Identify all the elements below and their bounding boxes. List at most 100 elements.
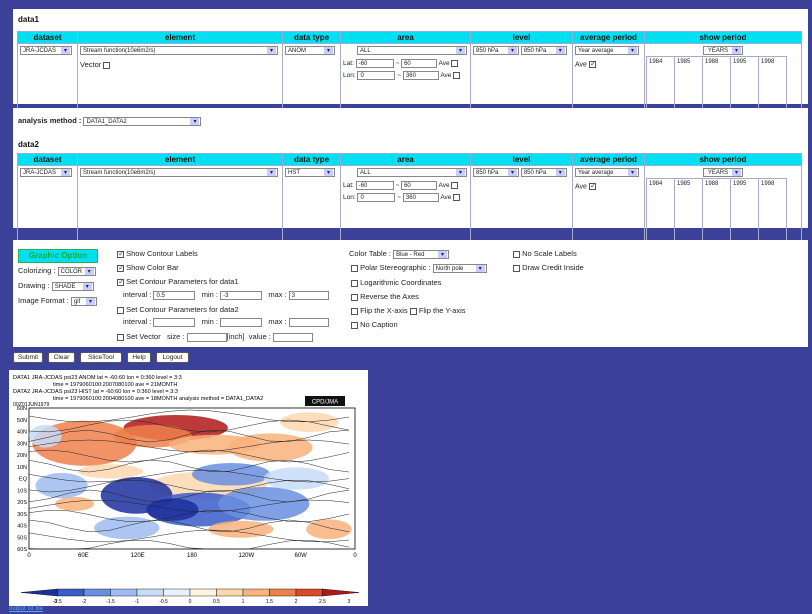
year-cell[interactable]: 1995 [730, 178, 759, 243]
drawing-label: Drawing : [18, 281, 50, 290]
show-contour-labels-checkbox[interactable] [117, 249, 125, 258]
year-cell[interactable]: 1988 [702, 178, 731, 243]
lat-ave-label: Ave [438, 60, 450, 68]
lat-tick-label: 60N [17, 406, 27, 412]
no-caption-checkbox[interactable] [351, 321, 358, 329]
vector-value-input[interactable] [272, 332, 313, 342]
lat-tick-label: 20N [17, 453, 27, 459]
interval2-input[interactable] [153, 317, 196, 327]
color-table-select[interactable]: Blue - Red [393, 249, 450, 259]
lat-label: Lat: [343, 182, 354, 190]
lat-tick-label: 30N [17, 441, 27, 447]
logout-button[interactable]: Logout [156, 352, 189, 363]
colorbar-swatch [242, 588, 270, 597]
colorbar-label: -1.5 [106, 599, 115, 605]
set-contour-data2-label: Set Contour Parameters for data2 [126, 305, 239, 314]
level-from-select[interactable]: 850 hPa [473, 168, 519, 177]
set-contour-data1-checkbox[interactable] [117, 277, 125, 286]
reverse-label: Reverse the Axes [360, 292, 419, 301]
min2-input[interactable] [220, 317, 263, 327]
area-select[interactable]: ALL [357, 46, 467, 55]
data-type-select[interactable]: ANOM [285, 46, 335, 55]
max1-input[interactable]: 3 [288, 290, 329, 300]
lon-to-input[interactable]: 360 [402, 193, 439, 202]
help-button[interactable]: Help [127, 352, 151, 363]
lon-ave-checkbox[interactable] [453, 194, 461, 201]
year-cell[interactable]: 1985 [674, 178, 703, 243]
clear-button[interactable]: Clear [48, 352, 75, 363]
dataset-select[interactable]: JRA-JCDAS [20, 46, 72, 55]
polar-select[interactable]: North pole [432, 263, 487, 273]
slicetool-button[interactable]: SliceTool [80, 352, 122, 363]
interval1-input[interactable]: 0.5 [153, 290, 196, 300]
log-checkbox[interactable] [351, 279, 358, 287]
colorizing-select[interactable]: COLOR [57, 266, 96, 276]
level-from-select[interactable]: 850 hPa [473, 46, 519, 55]
no-scale-checkbox[interactable] [513, 250, 520, 258]
analysis-method-select[interactable]: DATA1_DATA2 [83, 116, 202, 126]
draw-credit-checkbox[interactable] [513, 264, 520, 272]
col-element: element [77, 153, 283, 166]
inch-label: [inch] [226, 332, 245, 341]
lat-ave-checkbox[interactable] [451, 182, 459, 189]
shade-region [263, 467, 329, 490]
set-vector-checkbox[interactable] [117, 333, 124, 341]
set-contour-data2-checkbox[interactable] [117, 306, 124, 314]
output-txt-link[interactable]: output txt file [9, 606, 43, 612]
period-unit-select[interactable]: YEARS [703, 46, 743, 55]
color-table-label: Color Table : [349, 249, 391, 258]
lat-ave-checkbox[interactable] [451, 60, 459, 67]
lat-from-input[interactable]: -60 [355, 181, 394, 190]
ave-checkbox[interactable] [588, 59, 597, 68]
lon-to-input[interactable]: 360 [402, 71, 439, 80]
max2-input[interactable] [288, 317, 329, 327]
shade-region [94, 516, 160, 540]
flip-y-checkbox[interactable] [409, 307, 417, 315]
colorbar-swatch [322, 588, 360, 597]
col-average-period: average period [572, 153, 645, 166]
data1-panel: data1 dataset element data type area lev… [13, 9, 808, 199]
lat-to-input[interactable]: 60 [401, 59, 438, 68]
colorbar-swatch [57, 588, 85, 597]
lon-ave-checkbox[interactable] [453, 72, 461, 79]
credit-label: CPD/JMA [312, 400, 338, 406]
drawing-select[interactable]: SHADE [51, 281, 94, 291]
level-to-select[interactable]: 850 hPa [520, 168, 567, 177]
ave-checkbox[interactable] [588, 181, 597, 190]
element-select[interactable]: Stream function(10e6m2/s) [80, 168, 278, 177]
period-unit-select[interactable]: YEARS [703, 168, 743, 177]
lat-to-input[interactable]: 60 [401, 181, 438, 190]
data-type-select[interactable]: HST [285, 168, 335, 177]
area-select[interactable]: ALL [357, 168, 467, 177]
colorbar-swatch [110, 588, 138, 597]
show-color-bar-checkbox[interactable] [117, 263, 125, 272]
lon-from-input[interactable]: 0 [357, 193, 396, 202]
element-select[interactable]: Stream function(10e6m2/s) [80, 46, 278, 55]
polar-checkbox[interactable] [351, 264, 358, 272]
year-cell[interactable]: 1998 [758, 178, 787, 243]
lat-ave-label: Ave [438, 182, 450, 190]
lon-from-input[interactable]: 0 [357, 71, 396, 80]
show-contour-labels-label: Show Contour Labels [126, 249, 198, 258]
vector-checkbox[interactable] [103, 61, 111, 69]
vector-size-input[interactable] [186, 332, 227, 342]
data2-title: data2 [18, 140, 39, 149]
shade-region [218, 486, 310, 521]
colorbar-label: 2.5 [319, 599, 326, 605]
lat-from-input[interactable]: -60 [355, 59, 394, 68]
min1-input[interactable]: -3 [220, 290, 263, 300]
flip-x-checkbox[interactable] [351, 307, 358, 315]
image-format-select[interactable]: gif [70, 296, 97, 306]
year-cell[interactable]: 1984 [646, 178, 675, 243]
average-period-select[interactable]: Year average [575, 168, 639, 177]
col-area: area [340, 31, 471, 44]
level-to-select[interactable]: 850 hPa [520, 46, 567, 55]
ave-label: Ave [575, 61, 587, 69]
submit-button[interactable]: Submit [13, 352, 43, 363]
average-period-select[interactable]: Year average [575, 46, 639, 55]
data1-title: data1 [18, 15, 39, 24]
reverse-checkbox[interactable] [351, 293, 358, 301]
dataset-select[interactable]: JRA-JCDAS [20, 168, 72, 177]
ave-label: Ave [575, 183, 587, 191]
colorbar-swatch [269, 588, 297, 597]
